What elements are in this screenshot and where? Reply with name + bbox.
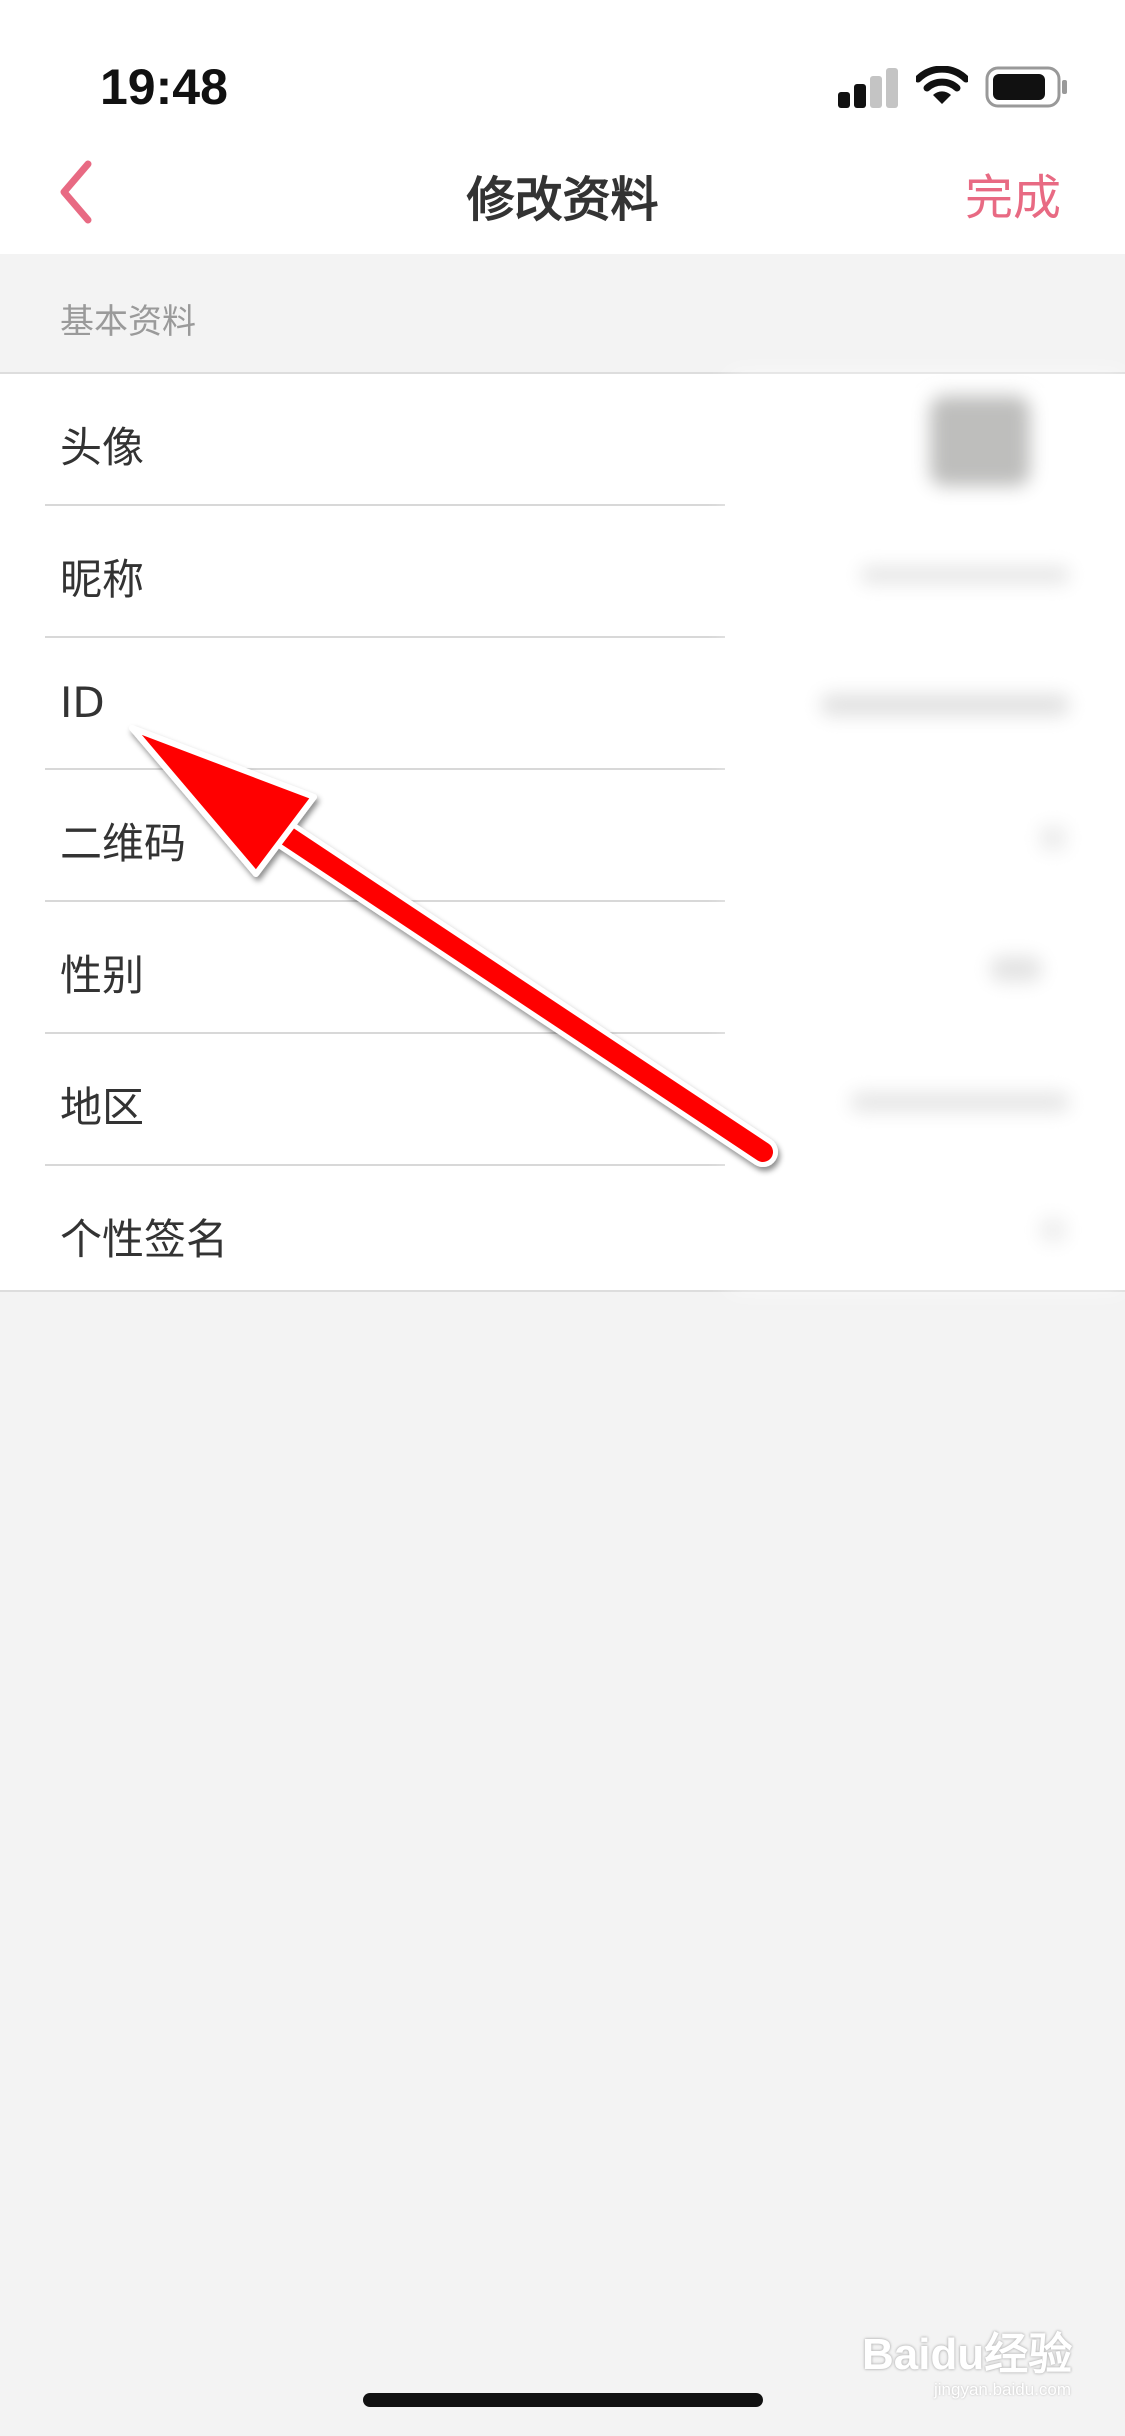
blur-overlay: [728, 372, 1125, 1292]
list-item-label: 地区: [60, 1083, 145, 1132]
list-item-label: 昵称: [60, 555, 145, 604]
home-indicator[interactable]: [363, 2393, 763, 2407]
signal-icon: [838, 66, 900, 108]
list-item-label: 头像: [60, 423, 145, 472]
done-button[interactable]: 完成: [965, 158, 1061, 228]
status-time: 19:48: [100, 59, 228, 115]
status-bar: 19:48: [0, 0, 1125, 150]
watermark-logo: Baidu经验: [862, 2330, 1073, 2379]
section-header: 基本资料: [0, 254, 1125, 372]
list-item-label: ID: [60, 678, 105, 727]
wifi-icon: [916, 66, 968, 104]
navigation-bar: 修改资料 完成: [0, 130, 1125, 254]
list-item-label: 二维码: [60, 819, 187, 868]
page-title: 修改资料: [466, 172, 659, 228]
list-item-label: 性别: [60, 951, 145, 1000]
section-label: 基本资料: [60, 302, 196, 342]
watermark-url: jingyan.baidu.com: [934, 2380, 1072, 2399]
list-item-label: 个性签名: [60, 1215, 229, 1264]
battery-icon: [985, 66, 1067, 108]
